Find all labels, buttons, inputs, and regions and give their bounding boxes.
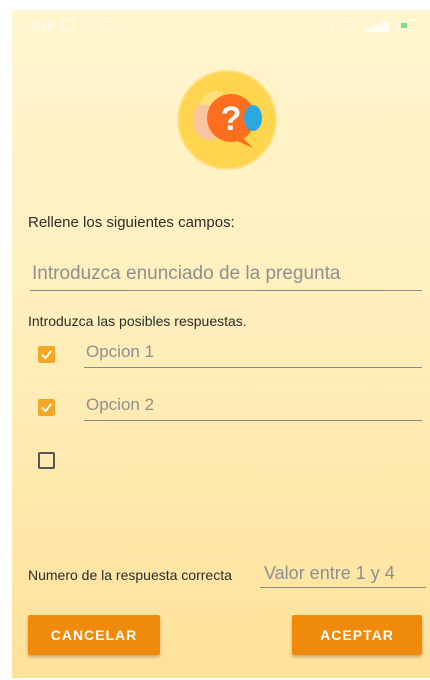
- correct-answer-input[interactable]: [260, 559, 426, 588]
- app-screen: 16:39 ᛒ ▂▄▆ ? Rellene los siguientes cam…: [12, 10, 430, 678]
- answers-label: Introduzca las posibles respuestas.: [28, 313, 247, 329]
- alarm-icon: [343, 19, 356, 31]
- sync-icon: [102, 19, 115, 31]
- app-notification-icon: [82, 19, 95, 31]
- correct-answer-label: Numero de la respuesta correcta: [28, 567, 232, 583]
- status-time: 16:39: [24, 18, 55, 32]
- quiz-logo-icon: ?: [177, 70, 277, 170]
- cancel-button[interactable]: CANCELAR: [28, 615, 160, 655]
- option-2-checkbox[interactable]: [38, 399, 55, 416]
- signal-icon: ▂▄▆: [363, 18, 390, 32]
- bluetooth-icon: ᛒ: [327, 18, 336, 32]
- accept-button[interactable]: ACEPTAR: [292, 615, 422, 655]
- question-input[interactable]: [30, 258, 422, 291]
- notification-icon: [62, 19, 75, 31]
- check-icon: [41, 403, 52, 413]
- option-1-input[interactable]: [84, 337, 422, 368]
- status-bar: 16:39 ᛒ ▂▄▆: [12, 10, 430, 40]
- svg-text:?: ?: [221, 100, 242, 138]
- instructions-label: Rellene los siguientes campos:: [28, 214, 235, 231]
- option-2-input[interactable]: [84, 390, 422, 421]
- check-icon: [41, 350, 52, 360]
- option-3-checkbox[interactable]: [38, 452, 55, 469]
- status-left: 16:39: [24, 18, 115, 32]
- option-1-checkbox[interactable]: [38, 346, 55, 363]
- question-bubble-icon: ?: [179, 72, 275, 168]
- battery-icon: [398, 19, 418, 31]
- status-right: ᛒ ▂▄▆: [328, 18, 418, 32]
